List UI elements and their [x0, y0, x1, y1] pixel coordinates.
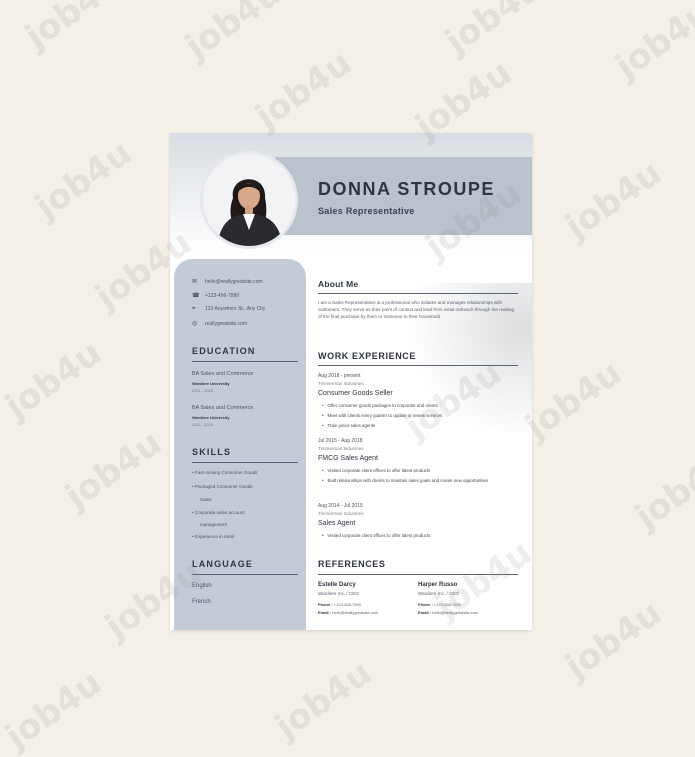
about-heading: About Me	[318, 279, 359, 289]
work-experience-heading: WORK EXPERIENCE	[318, 351, 417, 361]
watermark: job4u	[438, 0, 549, 63]
divider	[192, 361, 298, 362]
contact-website[interactable]: ◎ reallygreatsite.com	[192, 320, 247, 327]
profile-photo	[200, 151, 298, 249]
skill-item: • Fast-moving Consumer Goods	[192, 470, 258, 475]
phone-icon: ☎	[192, 293, 200, 299]
references-heading: REFERENCES	[318, 559, 386, 569]
watermark: job4u	[0, 662, 109, 757]
person-portrait-icon	[203, 154, 295, 246]
education-years: 2011 - 2015	[192, 422, 214, 427]
divider	[192, 462, 298, 463]
divider	[318, 574, 518, 575]
contact-phone-text: +123-456-7890	[205, 293, 240, 299]
envelope-icon: ✉	[192, 279, 198, 285]
language-item: English	[192, 583, 212, 589]
job-company: Timmerman Industries	[318, 511, 364, 516]
job-bullet: Built relationships with clients to main…	[322, 477, 507, 484]
skill-item: • Corporate sales account	[192, 510, 245, 515]
job-dates: Aug 2014 - Jul 2015	[318, 503, 363, 509]
contact-email-text: hello@reallygreatsite.com	[205, 279, 263, 285]
contact-email[interactable]: ✉ hello@reallygreatsite.com	[192, 278, 263, 285]
language-item: French	[192, 599, 211, 605]
job-bullet: Offer consumer goods packages to corpora…	[322, 402, 517, 409]
divider	[192, 574, 298, 575]
education-years: 2011 - 2015	[192, 388, 214, 393]
job-bullet: Visited corporate client offices to offe…	[322, 532, 517, 539]
candidate-name: DONNA STROUPE	[318, 179, 495, 199]
divider	[318, 365, 518, 366]
watermark: job4u	[0, 332, 109, 428]
candidate-title: Sales Representative	[318, 206, 415, 216]
watermark: job4u	[18, 0, 129, 58]
watermark: job4u	[248, 42, 359, 138]
reference-phone: Phone : +123-456-7890	[318, 602, 362, 607]
reference-email[interactable]: Email : hello@reallygreatsite.com	[418, 610, 478, 615]
reference-name: Harper Russo	[418, 582, 458, 588]
education-degree: BA Sales and Commerce	[192, 371, 254, 377]
skills-heading: SKILLS	[192, 447, 232, 457]
about-text: I am a Sales Representative & a professi…	[318, 300, 515, 319]
reference-email[interactable]: Email : hello@reallygreatsite.com	[318, 610, 378, 615]
watermark: job4u	[518, 352, 629, 448]
resume-document: DONNA STROUPE Sales Representative ✉ hell…	[170, 133, 532, 630]
education-degree: BA Sales and Commerce	[192, 405, 254, 411]
globe-icon: ◎	[192, 321, 198, 327]
watermark: job4u	[558, 592, 669, 688]
job-role: FMCG Sales Agent	[318, 455, 378, 462]
skill-item: management	[200, 522, 227, 527]
watermark: job4u	[28, 132, 139, 228]
watermark: job4u	[558, 152, 669, 248]
contact-phone[interactable]: ☎ +123-456-7890	[192, 292, 239, 299]
location-pin-icon: ⌖	[192, 306, 196, 312]
divider	[318, 293, 518, 294]
watermark: job4u	[58, 422, 169, 518]
reference-org: Wardiere Inc. / CEO	[418, 591, 459, 596]
contact-website-text: reallygreatsite.com	[205, 321, 247, 327]
watermark: job4u	[628, 442, 695, 538]
reference-phone: Phone : +123-456-7890	[418, 602, 462, 607]
watermark: job4u	[178, 0, 289, 68]
job-company: Timmerman Industries	[318, 381, 364, 386]
job-bullet: Visited corporate client offices to offe…	[322, 467, 517, 474]
job-dates: Jul 2015 - Aug 2018	[318, 438, 363, 444]
job-role: Consumer Goods Seller	[318, 390, 393, 397]
language-heading: LANGUAGE	[192, 559, 254, 569]
job-role: Sales Agent	[318, 520, 356, 527]
skill-item: Sales	[200, 497, 212, 502]
contact-address: ⌖ 123 Anywhere St., Any City	[192, 306, 265, 313]
education-school: Wardiere University	[192, 415, 230, 420]
skill-item: • Experience in retail	[192, 534, 234, 539]
job-company: Timmerman Industries	[318, 446, 364, 451]
job-dates: Aug 2018 - present	[318, 373, 361, 379]
reference-org: Wardiere Inc. / CEO	[318, 591, 359, 596]
job-bullet: Meet with clients every quarter to updat…	[322, 412, 517, 419]
watermark: job4u	[268, 652, 379, 748]
education-school: Wardiere University	[192, 381, 230, 386]
education-heading: EDUCATION	[192, 346, 256, 356]
watermark: job4u	[608, 0, 695, 88]
contact-address-text: 123 Anywhere St., Any City	[205, 306, 266, 312]
reference-name: Estelle Darcy	[318, 582, 356, 588]
skill-item: • Packaged Consumer Goods	[192, 484, 253, 489]
job-bullet: Train junior sales agents	[322, 422, 517, 429]
